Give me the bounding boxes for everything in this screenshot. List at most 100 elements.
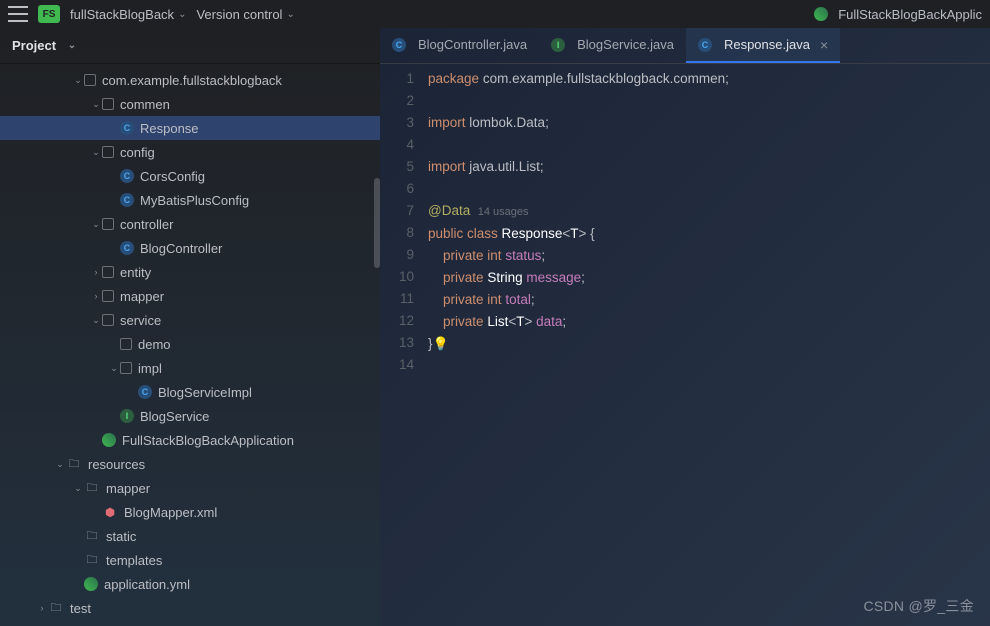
project-tree: ⌄com.example.fullstackblogback⌄commen C Re… [0, 64, 380, 624]
folder-icon: 🗀 [84, 552, 100, 568]
package-icon [102, 98, 114, 110]
vcs-dropdown[interactable]: Version control⌄ [196, 7, 294, 22]
code-content[interactable]: package com.example.fullstackblogback.co… [428, 68, 990, 377]
tab-label: Response.java [724, 37, 810, 52]
code-line[interactable]: private int status; [428, 245, 990, 267]
run-icon [814, 7, 828, 21]
run-icon [84, 577, 98, 591]
package-icon [102, 218, 114, 230]
tree-node[interactable]: CCorsConfig [0, 164, 380, 188]
project-dropdown[interactable]: fullStackBlogBack⌄ [70, 7, 186, 22]
folder-icon: 🗀 [84, 480, 100, 496]
editor-pane: CBlogController.javaIBlogService.java C Re… [380, 28, 990, 626]
run-configuration[interactable]: FullStackBlogBackApplic [814, 7, 982, 22]
tree-node[interactable]: FullStackBlogBackApplication [0, 428, 380, 452]
chevron-right-icon[interactable]: › [90, 267, 102, 277]
tree-node[interactable]: application.yml [0, 572, 380, 596]
project-sidebar: Project ⌄ ⌄com.example.fullstackblogback… [0, 28, 380, 626]
package-icon [120, 338, 132, 350]
line-number: 2 [380, 90, 414, 112]
tree-node-label: config [120, 145, 155, 160]
tree-node-label: Response [140, 121, 199, 136]
tree-node-label: impl [138, 361, 162, 376]
line-number: 1 [380, 68, 414, 90]
code-line[interactable]: }💡 [428, 333, 990, 355]
chevron-right-icon[interactable]: › [90, 291, 102, 301]
tree-node[interactable]: C Response [0, 116, 380, 140]
watermark: CSDN @罗_三金 [863, 596, 974, 616]
code-line[interactable]: private List<T> data; [428, 311, 990, 333]
tree-node[interactable]: CMyBatisPlusConfig [0, 188, 380, 212]
class-icon: C [120, 241, 134, 255]
package-icon [102, 290, 114, 302]
code-line[interactable] [428, 178, 990, 200]
folder-icon: 🗀 [66, 456, 82, 472]
editor-tab[interactable]: IBlogService.java [539, 28, 686, 63]
code-line[interactable]: @Data 14 usages [428, 200, 990, 223]
chevron-down-icon[interactable]: ⌄ [90, 99, 102, 110]
tab-label: BlogController.java [418, 37, 527, 52]
code-line[interactable]: public class Response<T> { [428, 223, 990, 245]
package-icon [84, 74, 96, 86]
editor-tab[interactable]: C Response.java × [686, 28, 840, 63]
run-icon [102, 433, 116, 447]
tree-node-label: BlogServiceImpl [158, 385, 252, 400]
chevron-down-icon[interactable]: ⌄ [72, 483, 84, 494]
code-line[interactable]: import java.util.List; [428, 156, 990, 178]
tree-node[interactable]: ⌄🗀resources [0, 452, 380, 476]
code-area[interactable]: 1234567891011121314 package com.example.… [380, 64, 990, 377]
class-icon: C [120, 121, 134, 135]
tree-node-label: static [106, 529, 136, 544]
chevron-down-icon[interactable]: ⌄ [90, 315, 102, 326]
tree-node[interactable]: IBlogService [0, 404, 380, 428]
chevron-down-icon[interactable]: ⌄ [90, 147, 102, 158]
chevron-right-icon[interactable]: › [36, 603, 48, 613]
interface-icon: I [120, 409, 134, 423]
editor-tab[interactable]: CBlogController.java [380, 28, 539, 63]
code-line[interactable]: import lombok.Data; [428, 112, 990, 134]
tree-node[interactable]: CBlogServiceImpl [0, 380, 380, 404]
menu-icon[interactable] [8, 6, 28, 22]
class-icon: C [698, 38, 712, 52]
chevron-down-icon[interactable]: ⌄ [72, 75, 84, 86]
tree-node[interactable]: ⌄🗀mapper [0, 476, 380, 500]
project-tool-title: Project [12, 38, 56, 53]
vcs-label: Version control [196, 7, 282, 22]
tree-node-label: entity [120, 265, 151, 280]
tree-node[interactable]: ⌄service [0, 308, 380, 332]
tree-node[interactable]: ›🗀test [0, 596, 380, 620]
tree-node-label: FullStackBlogBackApplication [122, 433, 294, 448]
tree-node[interactable]: ⌄com.example.fullstackblogback [0, 68, 380, 92]
code-line[interactable] [428, 90, 990, 112]
line-number: 6 [380, 178, 414, 200]
tree-node-label: BlogMapper.xml [124, 505, 217, 520]
run-config-label: FullStackBlogBackApplic [838, 7, 982, 22]
tree-node[interactable]: ⌄ controller [0, 212, 380, 236]
tree-node[interactable]: ⌄ config [0, 140, 380, 164]
class-icon: C [120, 169, 134, 183]
code-line[interactable] [428, 134, 990, 156]
tree-node[interactable]: ⬢BlogMapper.xml [0, 500, 380, 524]
tree-node[interactable]: › entity [0, 260, 380, 284]
code-line[interactable]: private int total; [428, 289, 990, 311]
tree-node[interactable]: ›mapper [0, 284, 380, 308]
tree-node-label: application.yml [104, 577, 190, 592]
tree-node-label: controller [120, 217, 173, 232]
code-line[interactable]: private String message; [428, 267, 990, 289]
tree-node[interactable]: 🗀 templates [0, 548, 380, 572]
code-line[interactable]: package com.example.fullstackblogback.co… [428, 68, 990, 90]
tree-node[interactable]: ⌄commen [0, 92, 380, 116]
tree-node[interactable]: demo [0, 332, 380, 356]
tab-label: BlogService.java [577, 37, 674, 52]
tree-node[interactable]: ⌄ impl [0, 356, 380, 380]
tree-node[interactable]: 🗀static [0, 524, 380, 548]
project-tool-header[interactable]: Project ⌄ [0, 28, 380, 64]
close-icon[interactable]: × [820, 37, 828, 53]
tree-node[interactable]: CBlogController [0, 236, 380, 260]
code-line[interactable] [428, 355, 990, 377]
chevron-down-icon[interactable]: ⌄ [108, 363, 120, 374]
line-number: 7 [380, 200, 414, 222]
tree-node-label: templates [106, 553, 162, 568]
chevron-down-icon[interactable]: ⌄ [90, 219, 102, 230]
chevron-down-icon[interactable]: ⌄ [54, 459, 66, 470]
